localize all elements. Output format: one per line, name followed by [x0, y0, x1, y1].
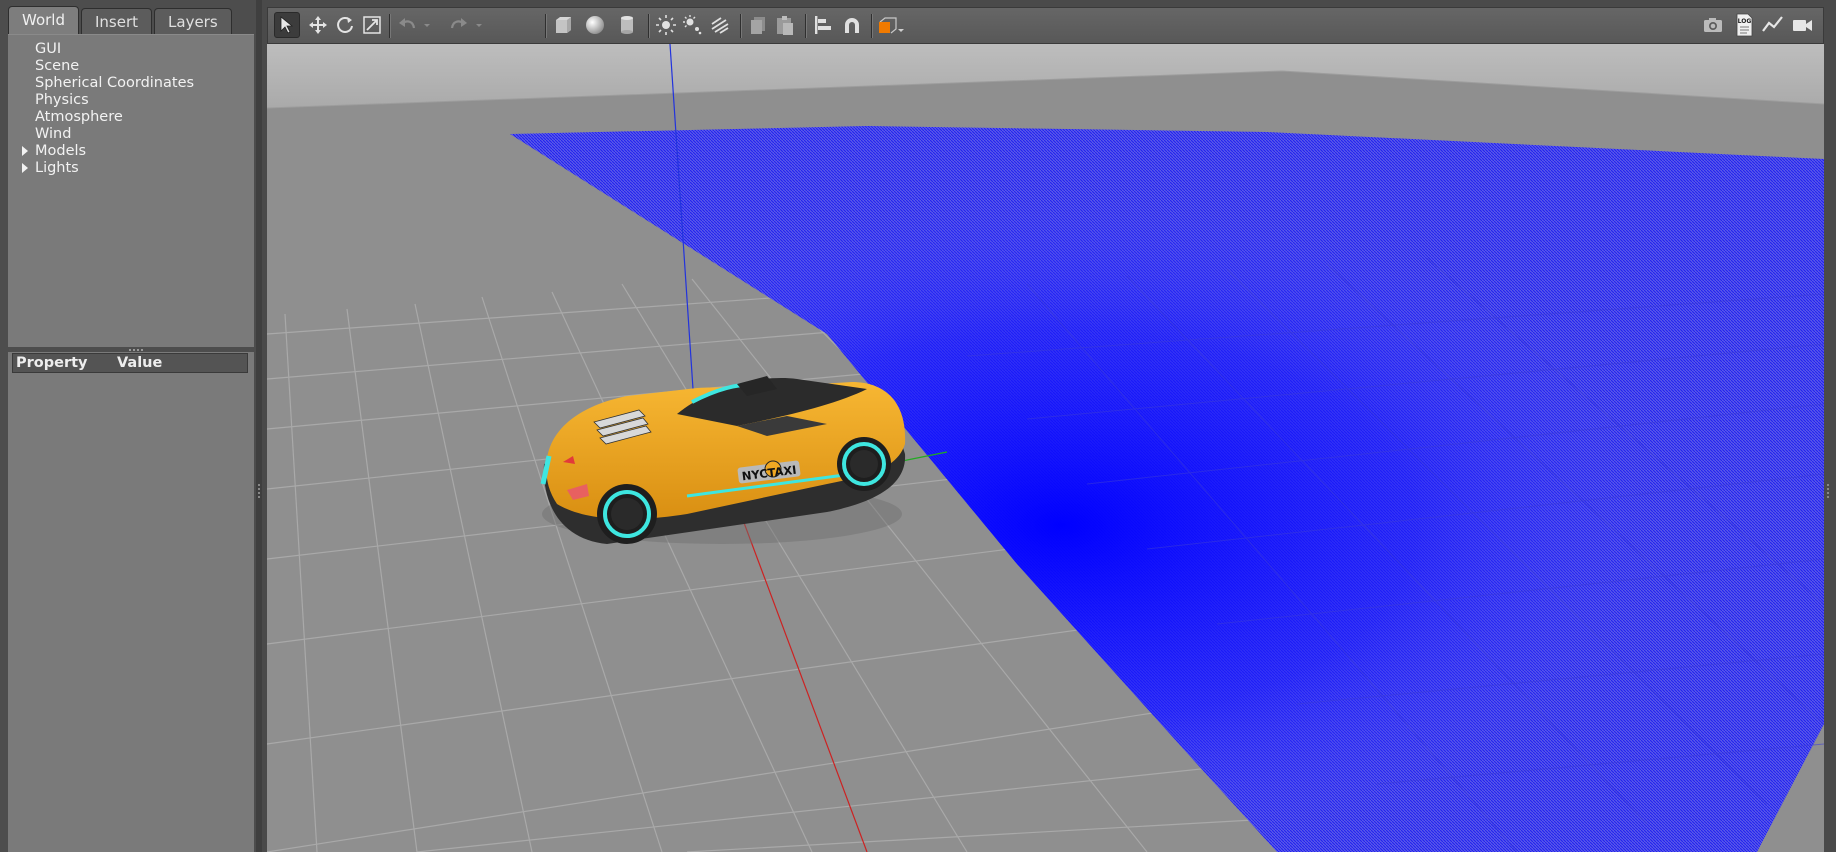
properties-pane: Property Value — [8, 352, 254, 852]
redo-history-dropdown[interactable] — [472, 12, 486, 38]
property-column-header: Property — [16, 355, 88, 371]
left-panel: World Insert Layers GUI Scene Spherical … — [0, 0, 262, 852]
left-panel-splitter[interactable] — [256, 0, 262, 852]
camera-icon — [1704, 18, 1722, 32]
tab-layers[interactable]: Layers — [154, 8, 232, 34]
undo-button[interactable] — [394, 12, 420, 38]
move-arrows-icon — [309, 16, 327, 34]
record-video-button[interactable] — [1789, 12, 1815, 38]
box-shape-button[interactable] — [550, 12, 576, 38]
tree-item-label: Physics — [35, 92, 89, 108]
chevron-down-icon — [476, 24, 482, 27]
cylinder-icon — [621, 16, 633, 34]
view-angle-icon — [879, 17, 904, 34]
tree-item-label: Models — [35, 143, 87, 159]
toolbar-separator — [389, 14, 391, 38]
tree-item-label: Lights — [35, 160, 79, 176]
tree-item-label: Atmosphere — [35, 109, 123, 125]
spot-light-icon — [683, 15, 702, 35]
log-button[interactable]: LOG — [1731, 12, 1757, 38]
align-button[interactable] — [810, 12, 836, 38]
tree-item-spherical-coordinates[interactable]: Spherical Coordinates — [35, 75, 194, 92]
point-light-button[interactable] — [653, 12, 679, 38]
tree-item-models[interactable]: Models — [22, 143, 87, 160]
tree-item-scene[interactable]: Scene — [35, 58, 79, 75]
wheel — [597, 484, 657, 544]
scale-mode-button[interactable] — [359, 12, 385, 38]
expand-arrow-icon[interactable] — [22, 163, 28, 173]
toolbar-separator — [805, 14, 807, 38]
right-panel-splitter[interactable] — [1824, 0, 1836, 852]
directional-light-button[interactable] — [707, 12, 733, 38]
log-icon-label: LOG — [1738, 18, 1752, 25]
tree-item-label: Scene — [35, 58, 80, 74]
copy-button[interactable] — [745, 12, 771, 38]
splitter-grip-icon — [1827, 484, 1831, 498]
rotate-mode-button[interactable] — [332, 12, 358, 38]
screenshot-button[interactable] — [1700, 12, 1726, 38]
sun-icon — [656, 15, 676, 35]
undo-icon — [399, 18, 416, 29]
spot-light-button[interactable] — [680, 12, 706, 38]
tab-world[interactable]: World — [8, 6, 79, 34]
redo-icon — [450, 18, 467, 29]
sphere-shape-button[interactable] — [582, 12, 608, 38]
wheel — [837, 437, 891, 491]
box-icon — [556, 17, 571, 33]
paste-button[interactable] — [772, 12, 798, 38]
splitter-grip-icon — [258, 484, 262, 498]
tree-item-label: Wind — [35, 126, 72, 142]
tree-item-label: GUI — [35, 41, 62, 57]
log-file-icon: LOG — [1736, 13, 1753, 37]
tree-item-gui[interactable]: GUI — [35, 41, 61, 58]
world-tree: GUI Scene Spherical Coordinates Physics … — [8, 34, 254, 347]
magnet-icon — [845, 18, 859, 33]
redo-button[interactable] — [446, 12, 472, 38]
directional-light-icon — [711, 17, 729, 34]
select-mode-button[interactable] — [274, 12, 300, 38]
align-icon — [815, 16, 831, 34]
toolbar-separator — [648, 14, 650, 38]
line-chart-icon — [1762, 16, 1783, 32]
tree-item-lights[interactable]: Lights — [22, 160, 79, 177]
plot-button[interactable] — [1760, 12, 1786, 38]
cursor-arrow-icon — [280, 16, 294, 34]
toolbar-separator — [871, 14, 873, 38]
tab-insert[interactable]: Insert — [81, 8, 153, 34]
chevron-down-icon — [424, 24, 430, 27]
main-toolbar: LOG — [267, 7, 1824, 44]
value-column-header: Value — [117, 355, 163, 371]
rotate-icon — [337, 17, 353, 33]
video-camera-icon — [1793, 20, 1812, 31]
toolbar-separator — [740, 14, 742, 38]
translate-mode-button[interactable] — [305, 12, 331, 38]
undo-history-dropdown[interactable] — [420, 12, 434, 38]
tree-item-wind[interactable]: Wind — [35, 126, 71, 143]
tree-item-label: Spherical Coordinates — [35, 75, 195, 91]
paste-icon — [777, 16, 793, 35]
scene-viewport[interactable]: NYCTAXI — [267, 44, 1824, 852]
left-panel-tabs: World Insert Layers — [8, 6, 232, 34]
expand-arrow-icon[interactable] — [22, 146, 28, 156]
sphere-icon — [586, 16, 604, 34]
scale-icon — [363, 16, 381, 34]
toolbar-separator — [545, 14, 547, 38]
copy-icon — [751, 17, 765, 34]
tree-item-atmosphere[interactable]: Atmosphere — [35, 109, 123, 126]
tree-item-physics[interactable]: Physics — [35, 92, 89, 109]
snap-button[interactable] — [839, 12, 865, 38]
view-angle-button[interactable] — [876, 12, 906, 38]
scene-render: NYCTAXI — [267, 44, 1824, 852]
cylinder-shape-button[interactable] — [614, 12, 640, 38]
properties-header: Property Value — [12, 353, 248, 373]
